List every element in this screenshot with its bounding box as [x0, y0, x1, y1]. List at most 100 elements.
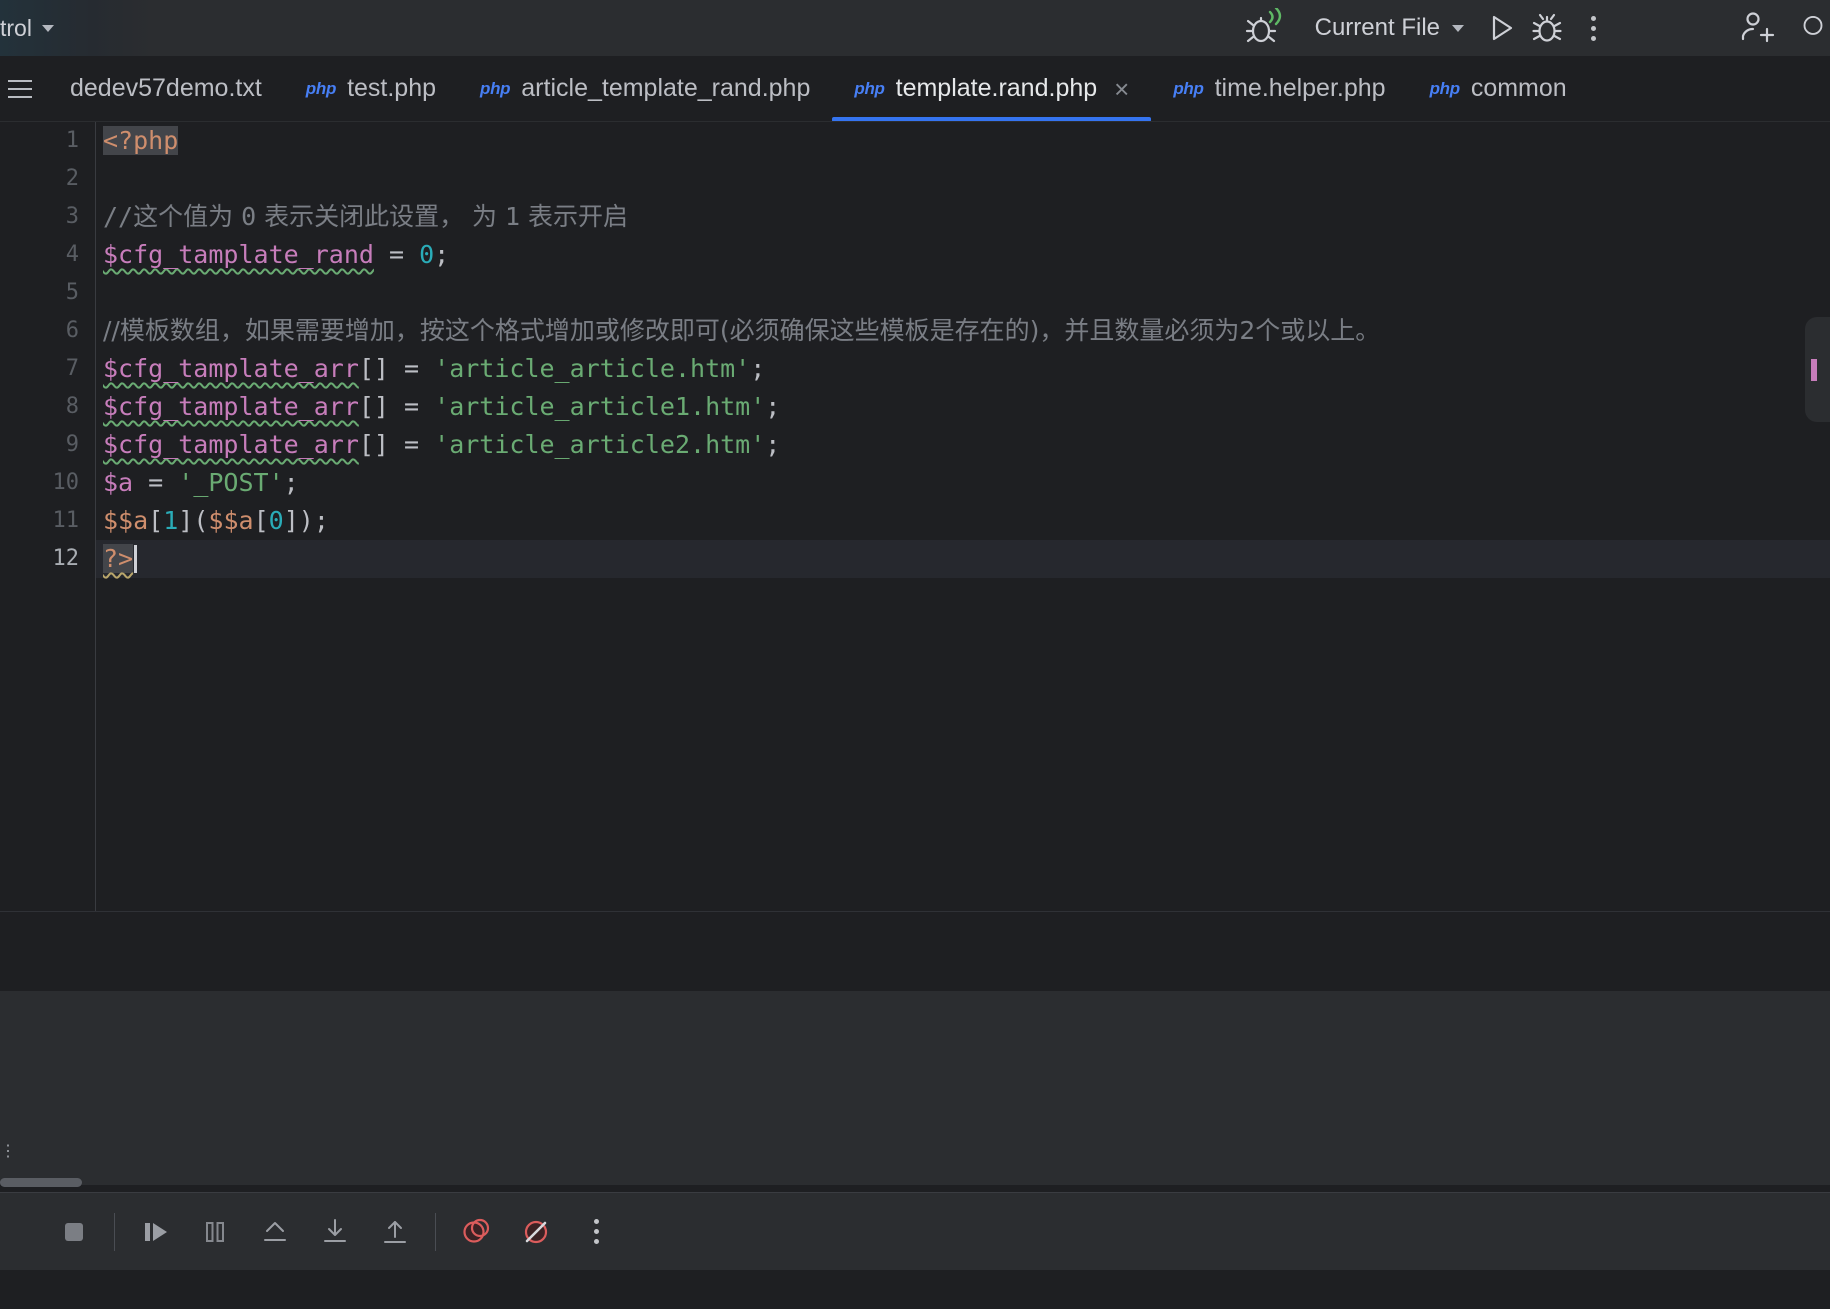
- line-number: 1: [65, 128, 79, 153]
- resume-program-icon[interactable]: [125, 1193, 185, 1271]
- editor-line-number-gutter[interactable]: 1 2 3 4 5 6 7 8 9 10 11 12: [0, 122, 96, 911]
- code-line-4[interactable]: $cfg_tamplate_rand = 0;: [96, 236, 1830, 274]
- close-icon[interactable]: ×: [1114, 76, 1129, 102]
- code-line-2[interactable]: [96, 160, 1830, 198]
- variable-cfg-tamplate-arr: $cfg_tamplate_arr: [103, 430, 359, 459]
- code-line-10[interactable]: $a = '_POST';: [96, 464, 1830, 502]
- code-line-7[interactable]: $cfg_tamplate_arr[] = 'article_article.h…: [96, 350, 1830, 388]
- chevron-down-icon: [1452, 24, 1464, 32]
- assign-operator: =: [133, 468, 179, 497]
- code-line-6[interactable]: //模板数组，如果需要增加，按这个格式增加或修改即可(必须确保这些模板是存在的)…: [96, 312, 1830, 350]
- editor-tab-test-php[interactable]: php test.php: [284, 56, 458, 121]
- editor-bottom-strip: [0, 911, 1830, 991]
- text-caret: [134, 545, 138, 573]
- php-file-icon: php: [1429, 78, 1461, 98]
- string-literal: 'article_article1.htm': [434, 392, 766, 421]
- popup-accent-marker: [1811, 359, 1817, 381]
- editor-tab-template-rand-php[interactable]: php template.rand.php ×: [832, 56, 1152, 121]
- assign-operator: =: [388, 392, 435, 421]
- semicolon: ;: [765, 392, 781, 421]
- php-file-icon: php: [480, 78, 511, 98]
- bracket-close: ]: [283, 506, 299, 535]
- bracket-open: [: [253, 506, 269, 535]
- comment-text: 表示开启: [520, 202, 628, 231]
- editor-tab-dedev57demo-txt[interactable]: dedev57demo.txt: [48, 56, 284, 121]
- step-over-icon[interactable]: [365, 1193, 425, 1271]
- search-icon[interactable]: [1796, 0, 1830, 56]
- array-brackets: []: [358, 354, 389, 383]
- comment-text: 表示关闭此设置， 为: [256, 202, 505, 231]
- semicolon: ;: [283, 468, 299, 497]
- number-literal: 0: [419, 240, 435, 269]
- code-line-1[interactable]: <?php: [96, 122, 1830, 160]
- editor-tab-label: common: [1470, 74, 1567, 102]
- variable-variable-a: $$a: [208, 506, 254, 535]
- editor-tab-article-template-rand-php[interactable]: php article_template_rand.php: [458, 56, 832, 121]
- line-number: 6: [65, 318, 79, 343]
- editor-tab-label: dedev57demo.txt: [70, 74, 262, 102]
- comment-number: 0: [241, 202, 257, 231]
- line-number-current: 12: [52, 546, 80, 571]
- more-vertical-icon[interactable]: [566, 1193, 626, 1271]
- bracket-open: [: [148, 506, 164, 535]
- php-file-icon: php: [305, 78, 337, 98]
- step-into-icon[interactable]: [305, 1193, 365, 1271]
- toolbar-separator: [435, 1212, 436, 1251]
- assign-operator: =: [388, 354, 435, 383]
- line-number: 2: [65, 166, 79, 191]
- chevron-down-icon: [41, 24, 54, 32]
- more-vertical-icon[interactable]: [1570, 0, 1616, 56]
- hamburger-menu-icon[interactable]: [0, 79, 44, 98]
- step-out-icon[interactable]: [245, 1193, 305, 1271]
- line-number: 7: [65, 356, 79, 381]
- line-number: 8: [65, 394, 79, 419]
- number-literal: 0: [268, 506, 284, 535]
- bracket-close: ]: [178, 506, 194, 535]
- stop-square-icon[interactable]: [44, 1193, 104, 1271]
- debug-panel-left-sliver: ⋮: [0, 1143, 16, 1160]
- mute-breakpoints-icon[interactable]: [506, 1193, 566, 1271]
- semicolon: ;: [434, 240, 450, 269]
- code-line-12[interactable]: ?>: [96, 540, 1830, 578]
- line-number: 5: [65, 280, 79, 305]
- editor-tab-common-php[interactable]: php common: [1408, 56, 1589, 121]
- toolbar-right-group: Current File: [1231, 0, 1830, 56]
- comment-text: 这个值为: [133, 202, 242, 231]
- variable-cfg-tamplate-arr: $cfg_tamplate_arr: [103, 354, 359, 383]
- code-line-9[interactable]: $cfg_tamplate_arr[] = 'article_article2.…: [96, 426, 1830, 464]
- array-brackets: []: [358, 392, 389, 421]
- scrollbar-thumb[interactable]: [0, 1178, 82, 1187]
- number-literal: 1: [163, 506, 179, 535]
- editor-code-area[interactable]: <?php //这个值为 0 表示关闭此设置， 为 1 表示开启 $cfg_ta…: [96, 122, 1830, 911]
- variable-variable-a: $$a: [103, 506, 149, 535]
- semicolon: ;: [765, 430, 781, 459]
- variable-cfg-tamplate-rand: $cfg_tamplate_rand: [103, 240, 374, 269]
- editor-tab-time-helper-php[interactable]: php time.helper.php: [1151, 56, 1407, 121]
- run-play-icon[interactable]: [1478, 0, 1524, 56]
- vcs-branch-widget[interactable]: trol: [0, 0, 54, 56]
- comment-number: 1: [504, 202, 521, 231]
- semicolon: ;: [750, 354, 766, 383]
- view-breakpoints-icon[interactable]: [446, 1193, 506, 1271]
- variable-cfg-tamplate-arr: $cfg_tamplate_arr: [103, 392, 359, 421]
- user-add-icon[interactable]: [1716, 0, 1796, 56]
- code-line-3[interactable]: //这个值为 0 表示关闭此设置， 为 1 表示开启: [96, 198, 1830, 236]
- code-line-5[interactable]: [96, 274, 1830, 312]
- run-configuration-selector[interactable]: Current File: [1301, 14, 1478, 42]
- debugger-toolbar: [0, 1192, 1830, 1270]
- inspection-popup[interactable]: [1805, 317, 1830, 422]
- editor-tab-label: template.rand.php: [895, 74, 1098, 102]
- bug-listen-icon[interactable]: [1231, 0, 1301, 56]
- run-configuration-label: Current File: [1314, 14, 1440, 41]
- line-number: 9: [65, 432, 79, 457]
- debug-bug-icon[interactable]: [1524, 0, 1570, 56]
- assign-operator: =: [388, 430, 435, 459]
- debug-tool-window[interactable]: ⋮: [0, 991, 1830, 1187]
- code-editor[interactable]: 1 2 3 4 5 6 7 8 9 10 11 12 <?php //这个值为 …: [0, 122, 1830, 911]
- code-line-11[interactable]: $$a[1]($$a[0]);: [96, 502, 1830, 540]
- code-line-8[interactable]: $cfg_tamplate_arr[] = 'article_article1.…: [96, 388, 1830, 426]
- toolbar-separator: [114, 1212, 115, 1251]
- pause-program-icon[interactable]: [185, 1193, 245, 1271]
- php-file-icon: php: [1173, 78, 1204, 98]
- debug-horizontal-scrollbar[interactable]: [0, 1177, 1830, 1187]
